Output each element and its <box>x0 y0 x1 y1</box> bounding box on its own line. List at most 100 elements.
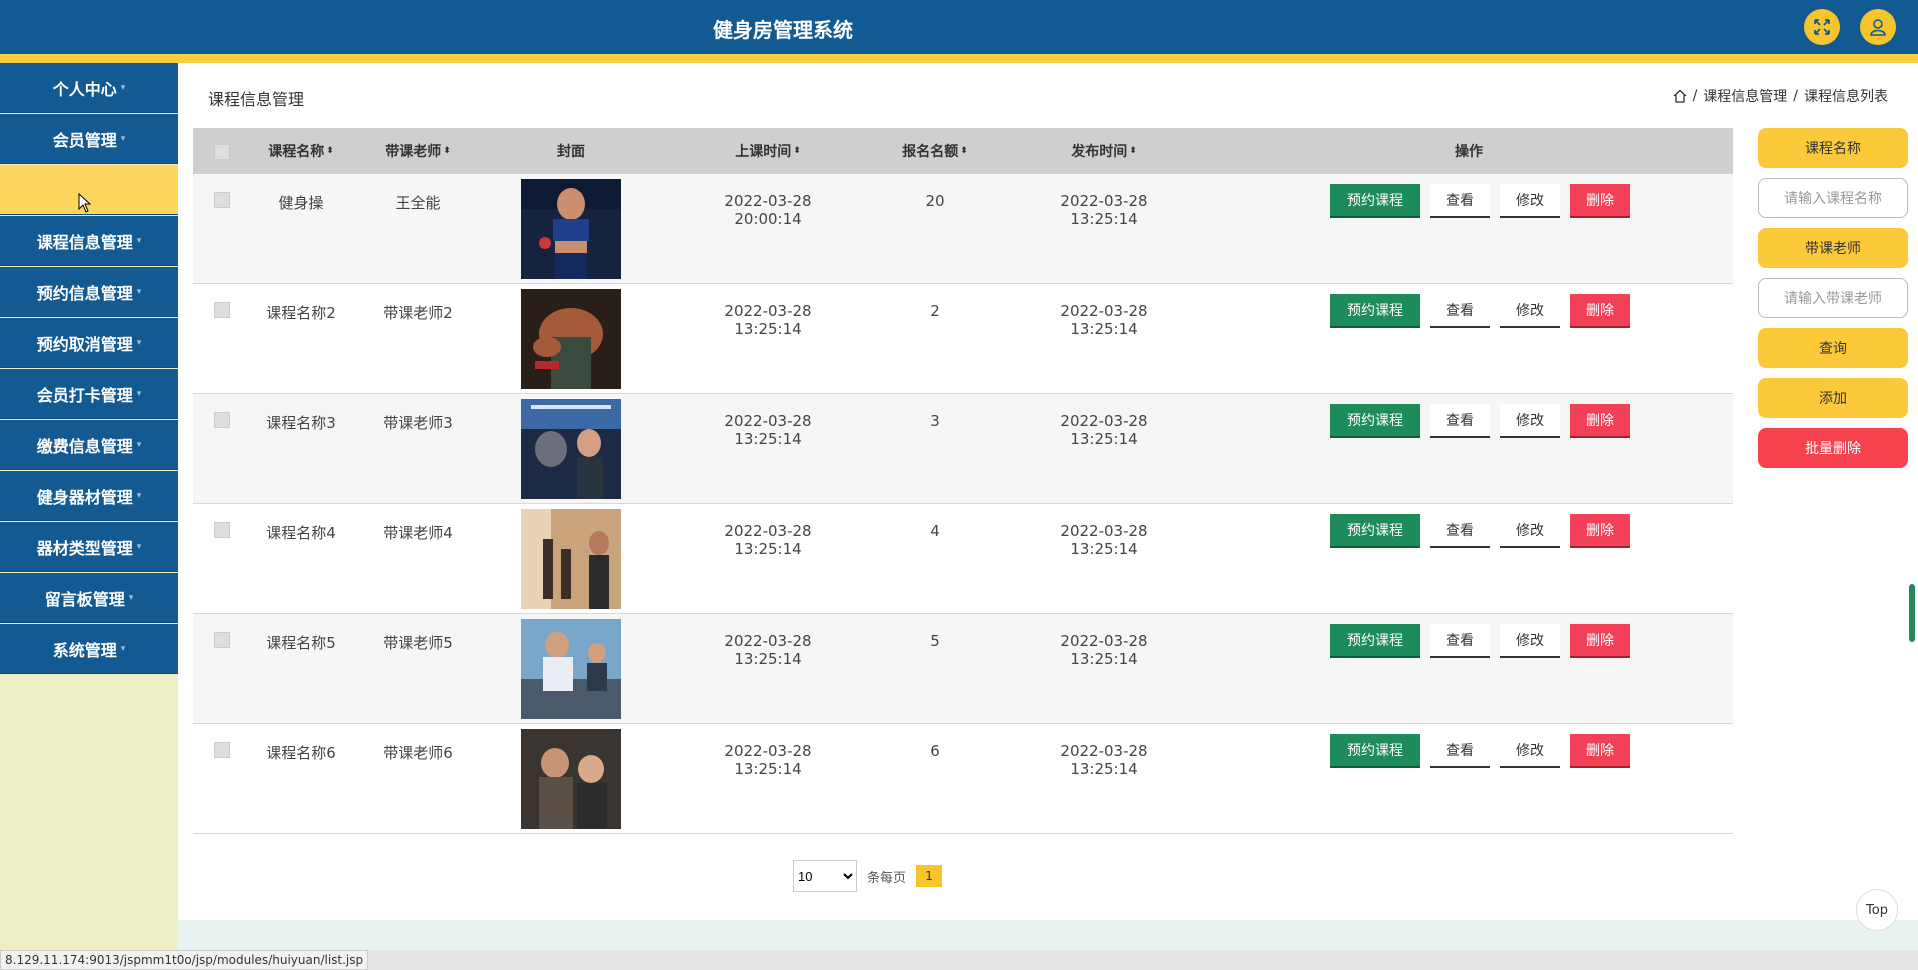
sidebar-item-label: 课程信息管理 <box>36 232 133 252</box>
book-course-button[interactable]: 预约课程 <box>1330 404 1420 438</box>
cell-publish-time: 2022-03-28 13:25:14 <box>1060 192 1148 228</box>
chevron-down-icon: ▾ <box>120 133 126 144</box>
sidebar-item-label: 器材类型管理 <box>36 538 133 558</box>
delete-button[interactable]: 删除 <box>1570 734 1630 768</box>
user-icon <box>1870 19 1886 36</box>
sort-icon: ⬍ <box>1129 146 1137 156</box>
cell-course-name: 课程名称2 <box>266 304 336 322</box>
delete-button[interactable]: 删除 <box>1570 624 1630 658</box>
column-header-teacher[interactable]: 带课老师 ⬍ <box>368 128 468 174</box>
sidebar-item-payment-info[interactable]: 缴费信息管理 ▾ <box>0 420 178 470</box>
breadcrumb-item-course-management[interactable]: 课程信息管理 <box>1703 86 1787 106</box>
sidebar-item-equipment[interactable]: 健身器材管理 ▾ <box>0 471 178 521</box>
sidebar-item-booking-info[interactable]: 预约信息管理 ▾ <box>0 267 178 317</box>
edit-button[interactable]: 修改 <box>1500 734 1560 768</box>
column-header-quota[interactable]: 报名名额 ⬍ <box>890 128 980 174</box>
row-checkbox[interactable] <box>214 632 230 648</box>
sidebar-item-course-info[interactable]: 课程信息管理 ▾ <box>0 216 178 266</box>
cover-image <box>521 729 621 829</box>
table-row: 课程名称4 带课老师4 2022-03-28 13:25:14 4 2022-0… <box>193 504 1733 614</box>
book-course-button[interactable]: 预约课程 <box>1330 294 1420 328</box>
cell-publish-time: 2022-03-28 13:25:14 <box>1060 522 1148 558</box>
sidebar-item-member-checkin[interactable]: 会员打卡管理 ▾ <box>0 369 178 419</box>
view-button[interactable]: 查看 <box>1430 514 1490 548</box>
cell-quota: 5 <box>930 632 940 650</box>
delete-button[interactable]: 删除 <box>1570 294 1630 328</box>
cover-image <box>521 619 621 719</box>
table-header: 课程名称 ⬍ 带课老师 ⬍ 封面 上课时间 ⬍ 报名名额 ⬍ 发布时间 ⬍ 操作 <box>193 128 1733 174</box>
row-checkbox[interactable] <box>214 522 230 538</box>
cell-teacher: 带课老师6 <box>383 744 453 762</box>
view-button[interactable]: 查看 <box>1430 404 1490 438</box>
teacher-input[interactable]: 请输入带课老师 <box>1758 278 1908 318</box>
status-url: 8.129.11.174:9013/jspmm1t0o/jsp/modules/… <box>0 950 369 970</box>
sidebar-item-message-board[interactable]: 留言板管理 ▾ <box>0 573 178 623</box>
edit-button[interactable]: 修改 <box>1500 514 1560 548</box>
row-checkbox[interactable] <box>214 192 230 208</box>
cell-publish-time: 2022-03-28 13:25:14 <box>1060 742 1148 778</box>
cell-course-name: 课程名称6 <box>266 744 336 762</box>
edit-button[interactable]: 修改 <box>1500 624 1560 658</box>
sort-icon: ⬍ <box>793 146 801 156</box>
table-row: 健身操 王全能 2022-03-28 20:00:14 20 2022-03-2… <box>193 174 1733 284</box>
cell-class-time: 2022-03-28 20:00:14 <box>724 192 812 228</box>
user-button[interactable] <box>1860 9 1896 45</box>
cell-quota: 20 <box>925 192 945 210</box>
table-row: 课程名称5 带课老师5 2022-03-28 13:25:14 5 2022-0… <box>193 614 1733 724</box>
book-course-button[interactable]: 预约课程 <box>1330 624 1420 658</box>
sort-icon: ⬍ <box>443 146 451 156</box>
sidebar-item-label: 缴费信息管理 <box>36 436 133 456</box>
chevron-down-icon: ▾ <box>136 337 142 348</box>
row-checkbox[interactable] <box>214 412 230 428</box>
query-button[interactable]: 查询 <box>1758 328 1908 368</box>
select-all-checkbox[interactable] <box>214 144 230 160</box>
edit-button[interactable]: 修改 <box>1500 294 1560 328</box>
back-to-top-button[interactable]: Top <box>1856 889 1898 931</box>
sidebar-item-member-management[interactable]: 会员管理 ▾ <box>0 114 178 164</box>
view-button[interactable]: 查看 <box>1430 294 1490 328</box>
delete-button[interactable]: 删除 <box>1570 404 1630 438</box>
book-course-button[interactable]: 预约课程 <box>1330 514 1420 548</box>
fullscreen-button[interactable] <box>1804 9 1840 45</box>
book-course-button[interactable]: 预约课程 <box>1330 734 1420 768</box>
chevron-down-icon: ▾ <box>128 592 134 603</box>
page-size-select[interactable]: 10 <box>793 860 857 892</box>
scrollbar-thumb[interactable] <box>1909 584 1915 642</box>
column-header-course-name[interactable]: 课程名称 ⬍ <box>251 128 351 174</box>
app-title: 健身房管理系统 <box>713 18 853 42</box>
sidebar-item-label: 系统管理 <box>52 640 117 660</box>
edit-button[interactable]: 修改 <box>1500 404 1560 438</box>
cover-image <box>521 399 621 499</box>
course-name-input[interactable]: 请输入课程名称 <box>1758 178 1908 218</box>
column-header-class-time[interactable]: 上课时间 ⬍ <box>703 128 833 174</box>
cell-teacher: 带课老师4 <box>383 524 453 542</box>
view-button[interactable]: 查看 <box>1430 184 1490 218</box>
row-checkbox[interactable] <box>214 302 230 318</box>
cell-class-time: 2022-03-28 13:25:14 <box>724 632 812 668</box>
delete-button[interactable]: 删除 <box>1570 184 1630 218</box>
sidebar-item-label: 预约信息管理 <box>36 283 133 303</box>
view-button[interactable]: 查看 <box>1430 734 1490 768</box>
sidebar-item-booking-cancel[interactable]: 预约取消管理 ▾ <box>0 318 178 368</box>
cell-quota: 6 <box>930 742 940 760</box>
cell-course-name: 健身操 <box>278 194 324 212</box>
sidebar-item-personal-center[interactable]: 个人中心 ▾ <box>0 63 178 113</box>
view-button[interactable]: 查看 <box>1430 624 1490 658</box>
cell-teacher: 王全能 <box>395 194 441 212</box>
batch-delete-button[interactable]: 批量删除 <box>1758 428 1908 468</box>
cell-teacher: 带课老师3 <box>383 414 453 432</box>
per-page-label: 条每页 <box>867 870 907 886</box>
row-checkbox[interactable] <box>214 742 230 758</box>
sidebar-item-system[interactable]: 系统管理 ▾ <box>0 624 178 674</box>
column-header-publish-time[interactable]: 发布时间 ⬍ <box>1039 128 1169 174</box>
book-course-button[interactable]: 预约课程 <box>1330 184 1420 218</box>
home-icon[interactable] <box>1673 89 1687 103</box>
column-header-actions: 操作 <box>1455 144 1483 160</box>
breadcrumb-item-course-list: 课程信息列表 <box>1804 89 1888 105</box>
sidebar-item-equipment-type[interactable]: 器材类型管理 ▾ <box>0 522 178 572</box>
add-button[interactable]: 添加 <box>1758 378 1908 418</box>
edit-button[interactable]: 修改 <box>1500 184 1560 218</box>
page-number-current[interactable]: 1 <box>916 865 943 887</box>
delete-button[interactable]: 删除 <box>1570 514 1630 548</box>
cell-class-time: 2022-03-28 13:25:14 <box>724 522 812 558</box>
